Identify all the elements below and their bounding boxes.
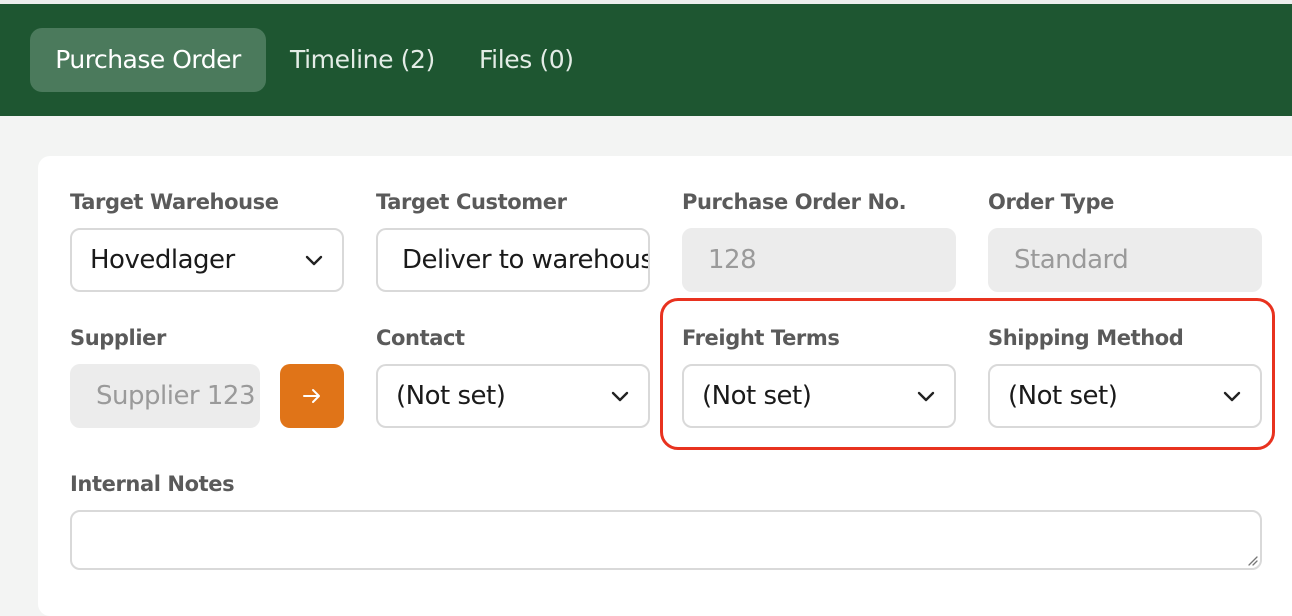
- supplier-label: Supplier: [70, 326, 166, 350]
- tab-purchase-order[interactable]: Purchase Order: [30, 28, 266, 92]
- contact-value: (Not set): [396, 381, 506, 411]
- target-warehouse-value: Hovedlager: [90, 245, 235, 275]
- target-warehouse-label: Target Warehouse: [70, 190, 279, 214]
- target-customer-value: Deliver to warehouse: [402, 245, 650, 275]
- order-type-field: Standard: [988, 228, 1262, 292]
- supplier-value: Supplier 123: [96, 381, 256, 411]
- chevron-down-icon: [611, 391, 629, 402]
- purchase-order-no-field: 128: [682, 228, 956, 292]
- purchase-order-no-label: Purchase Order No.: [682, 190, 907, 214]
- tab-bar: Purchase Order Timeline (2) Files (0): [0, 4, 1292, 116]
- open-supplier-button[interactable]: [280, 364, 344, 428]
- target-warehouse-select[interactable]: Hovedlager: [70, 228, 344, 292]
- supplier-field: Supplier 123: [70, 364, 260, 428]
- target-customer-label: Target Customer: [376, 190, 567, 214]
- arrow-right-icon: [303, 389, 320, 403]
- tab-timeline[interactable]: Timeline (2): [290, 28, 435, 92]
- order-type-value: Standard: [1014, 245, 1129, 275]
- purchase-order-no-value: 128: [708, 245, 757, 275]
- contact-label: Contact: [376, 326, 465, 350]
- internal-notes-textarea[interactable]: [70, 510, 1262, 570]
- target-customer-input[interactable]: Deliver to warehouse: [376, 228, 650, 292]
- highlight-annotation: [660, 298, 1275, 450]
- contact-select[interactable]: (Not set): [376, 364, 650, 428]
- resize-handle-icon[interactable]: [1244, 552, 1258, 566]
- chevron-down-icon: [305, 255, 323, 266]
- order-type-label: Order Type: [988, 190, 1114, 214]
- tab-files[interactable]: Files (0): [479, 28, 574, 92]
- internal-notes-label: Internal Notes: [70, 472, 235, 496]
